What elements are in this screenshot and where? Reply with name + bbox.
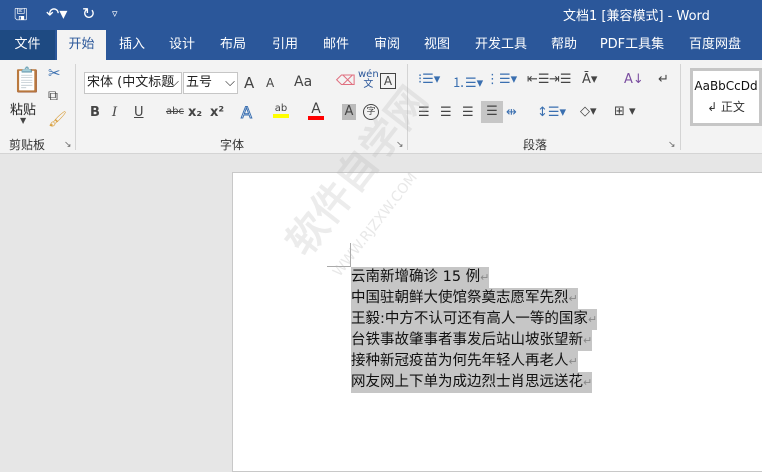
distributed-icon[interactable]: ⇹ xyxy=(506,105,517,120)
paragraph-mark-icon: ↵ xyxy=(568,292,578,305)
tab-insert[interactable]: 插入 xyxy=(110,30,154,60)
paragraph-mark-icon: ↵ xyxy=(583,334,593,347)
document-line[interactable]: 台铁事故肇事者事发后站山坡张望新↵ xyxy=(351,330,593,351)
paragraph-mark-icon: ↵ xyxy=(587,313,598,326)
text-effects-button[interactable]: A xyxy=(241,103,253,123)
tab-review[interactable]: 审阅 xyxy=(365,30,409,60)
increase-indent-icon[interactable]: ⇥☰ xyxy=(549,72,572,87)
chevron-down-icon: ⌵ xyxy=(225,75,235,90)
clipboard-launcher-icon[interactable]: ↘ xyxy=(64,140,72,150)
paragraph-shading-icon[interactable]: ◇▾ xyxy=(580,104,597,119)
sort-icon[interactable]: A↓ xyxy=(624,72,644,87)
superscript-button[interactable]: x² xyxy=(210,105,224,120)
italic-button[interactable]: I xyxy=(112,105,117,120)
divider xyxy=(407,64,408,150)
tab-view[interactable]: 视图 xyxy=(415,30,459,60)
tab-help[interactable]: 帮助 xyxy=(542,30,586,60)
change-case-button[interactable]: Aa xyxy=(294,74,312,90)
tab-design[interactable]: 设计 xyxy=(160,30,204,60)
font-name-select[interactable]: 宋体 (中文标题 ⌵ xyxy=(84,72,182,94)
tab-mailings[interactable]: 邮件 xyxy=(314,30,358,60)
line-text: 网友网上下单为成边烈士肖思远送花 xyxy=(351,374,583,390)
show-paragraph-marks-icon[interactable]: ↵ xyxy=(658,72,669,87)
title-bar: 🖫 ↶▾ ↻ ▿ 文档1 [兼容模式] - Word xyxy=(0,0,762,30)
shrink-font-button[interactable]: A xyxy=(266,76,274,90)
copy-icon[interactable]: ⧉ xyxy=(48,88,58,104)
divider xyxy=(680,64,681,150)
align-center-icon[interactable]: ☰ xyxy=(440,105,452,120)
crop-mark xyxy=(327,266,351,267)
paragraph-mark-icon: ↵ xyxy=(480,271,490,284)
tab-baidu-netdisk[interactable]: 百度网盘 xyxy=(680,30,750,60)
font-color-button[interactable]: A xyxy=(308,102,324,120)
cut-icon[interactable]: ✂ xyxy=(48,64,61,82)
align-left-icon[interactable]: ☰ xyxy=(418,105,430,120)
bullets-icon[interactable]: ⁝☰▾ xyxy=(418,72,440,87)
justify-icon[interactable]: ☰ xyxy=(481,101,503,123)
document-line[interactable]: 中国驻朝鲜大使馆祭奠志愿军先烈↵ xyxy=(351,288,578,309)
clipboard-group-label: 剪贴板 xyxy=(9,138,46,152)
save-icon[interactable]: 🖫 xyxy=(14,4,28,31)
tab-references[interactable]: 引用 xyxy=(263,30,307,60)
document-line[interactable]: 王毅:中方不认可还有高人一等的国家↵ xyxy=(351,309,598,330)
font-launcher-icon[interactable]: ↘ xyxy=(396,140,404,150)
line-text: 中国驻朝鲜大使馆祭奠志愿军先烈 xyxy=(351,290,569,306)
document-line[interactable]: 接种新冠疫苗为何先年轻人再老人↵ xyxy=(351,351,578,372)
paste-icon[interactable]: 📋 xyxy=(12,66,42,96)
enclose-characters-button[interactable]: 字 xyxy=(363,104,379,120)
decrease-indent-icon[interactable]: ⇤☰ xyxy=(527,72,550,87)
ribbon: 📋 粘贴 ▼ ✂ ⧉ 🖌 剪贴板 ↘ 宋体 (中文标题 ⌵ 五号 ⌵ A A Aa … xyxy=(0,60,762,154)
paste-dropdown-icon[interactable]: ▼ xyxy=(20,116,26,125)
divider xyxy=(75,64,76,150)
chevron-down-icon: ⌵ xyxy=(169,75,179,90)
highlight-color-button[interactable]: ab xyxy=(273,103,289,118)
font-size-value: 五号 xyxy=(186,75,213,90)
tab-layout[interactable]: 布局 xyxy=(211,30,255,60)
tab-pdf-tools[interactable]: PDF工具集 xyxy=(596,30,668,60)
line-text: 台铁事故肇事者事发后站山坡张望新 xyxy=(351,332,583,348)
paragraph-group-label: 段落 xyxy=(523,138,548,152)
clear-formatting-icon[interactable]: ⌫ xyxy=(336,73,356,89)
strikethrough-button[interactable]: abc xyxy=(166,106,184,117)
paragraph-launcher-icon[interactable]: ↘ xyxy=(668,140,676,150)
tab-file[interactable]: 文件 xyxy=(0,30,55,60)
line-text: 接种新冠疫苗为何先年轻人再老人 xyxy=(351,353,569,369)
undo-icon[interactable]: ↶▾ xyxy=(46,4,67,23)
document-line[interactable]: 网友网上下单为成边烈士肖思远送花↵ xyxy=(351,372,593,393)
grow-font-button[interactable]: A xyxy=(244,74,254,92)
document-line[interactable]: 云南新增确诊 15 例↵ xyxy=(351,267,490,288)
customize-quick-access-icon[interactable]: ▿ xyxy=(112,7,118,20)
phonetic-guide-button[interactable]: wén 文 xyxy=(358,70,379,90)
bold-button[interactable]: B xyxy=(90,105,100,120)
multilevel-list-icon[interactable]: ⋮☰▾ xyxy=(486,72,517,87)
subscript-button[interactable]: x₂ xyxy=(188,105,202,120)
underline-button[interactable]: U xyxy=(134,105,144,120)
line-text: 云南新增确诊 15 例 xyxy=(351,269,481,285)
style-preview: AaBbCcDd xyxy=(694,79,758,93)
crop-mark xyxy=(350,243,351,267)
font-name-value: 宋体 (中文标题 xyxy=(87,75,175,90)
ribbon-tabs: 文件 开始 插入 设计 布局 引用 邮件 审阅 视图 开发工具 帮助 PDF工具… xyxy=(0,30,762,60)
font-size-select[interactable]: 五号 ⌵ xyxy=(183,72,238,94)
numbering-icon[interactable]: ⒈☰▾ xyxy=(452,72,483,91)
character-shading-button[interactable]: A xyxy=(342,104,356,120)
tab-home[interactable]: 开始 xyxy=(57,30,106,60)
chinese-layout-icon[interactable]: Ā▾ xyxy=(582,72,597,87)
character-border-button[interactable]: A xyxy=(380,73,396,89)
tab-developer[interactable]: 开发工具 xyxy=(468,30,534,60)
borders-icon[interactable]: ⊞ ▾ xyxy=(614,104,636,119)
window-title: 文档1 [兼容模式] - Word xyxy=(563,9,710,24)
paragraph-mark-icon: ↵ xyxy=(583,376,593,389)
style-normal[interactable]: AaBbCcDd ↲ 正文 xyxy=(690,68,762,126)
phonetic-label: wén xyxy=(358,69,379,80)
style-name: ↲ 正文 xyxy=(707,100,745,114)
line-text: 王毅:中方不认可还有高人一等的国家 xyxy=(351,311,588,327)
line-spacing-icon[interactable]: ↕☰▾ xyxy=(537,105,566,120)
paragraph-mark-icon: ↵ xyxy=(568,355,578,368)
redo-icon[interactable]: ↻ xyxy=(82,4,95,23)
font-group-label: 字体 xyxy=(220,138,245,152)
align-right-icon[interactable]: ☰ xyxy=(462,105,474,120)
format-painter-icon[interactable]: 🖌 xyxy=(48,110,67,128)
